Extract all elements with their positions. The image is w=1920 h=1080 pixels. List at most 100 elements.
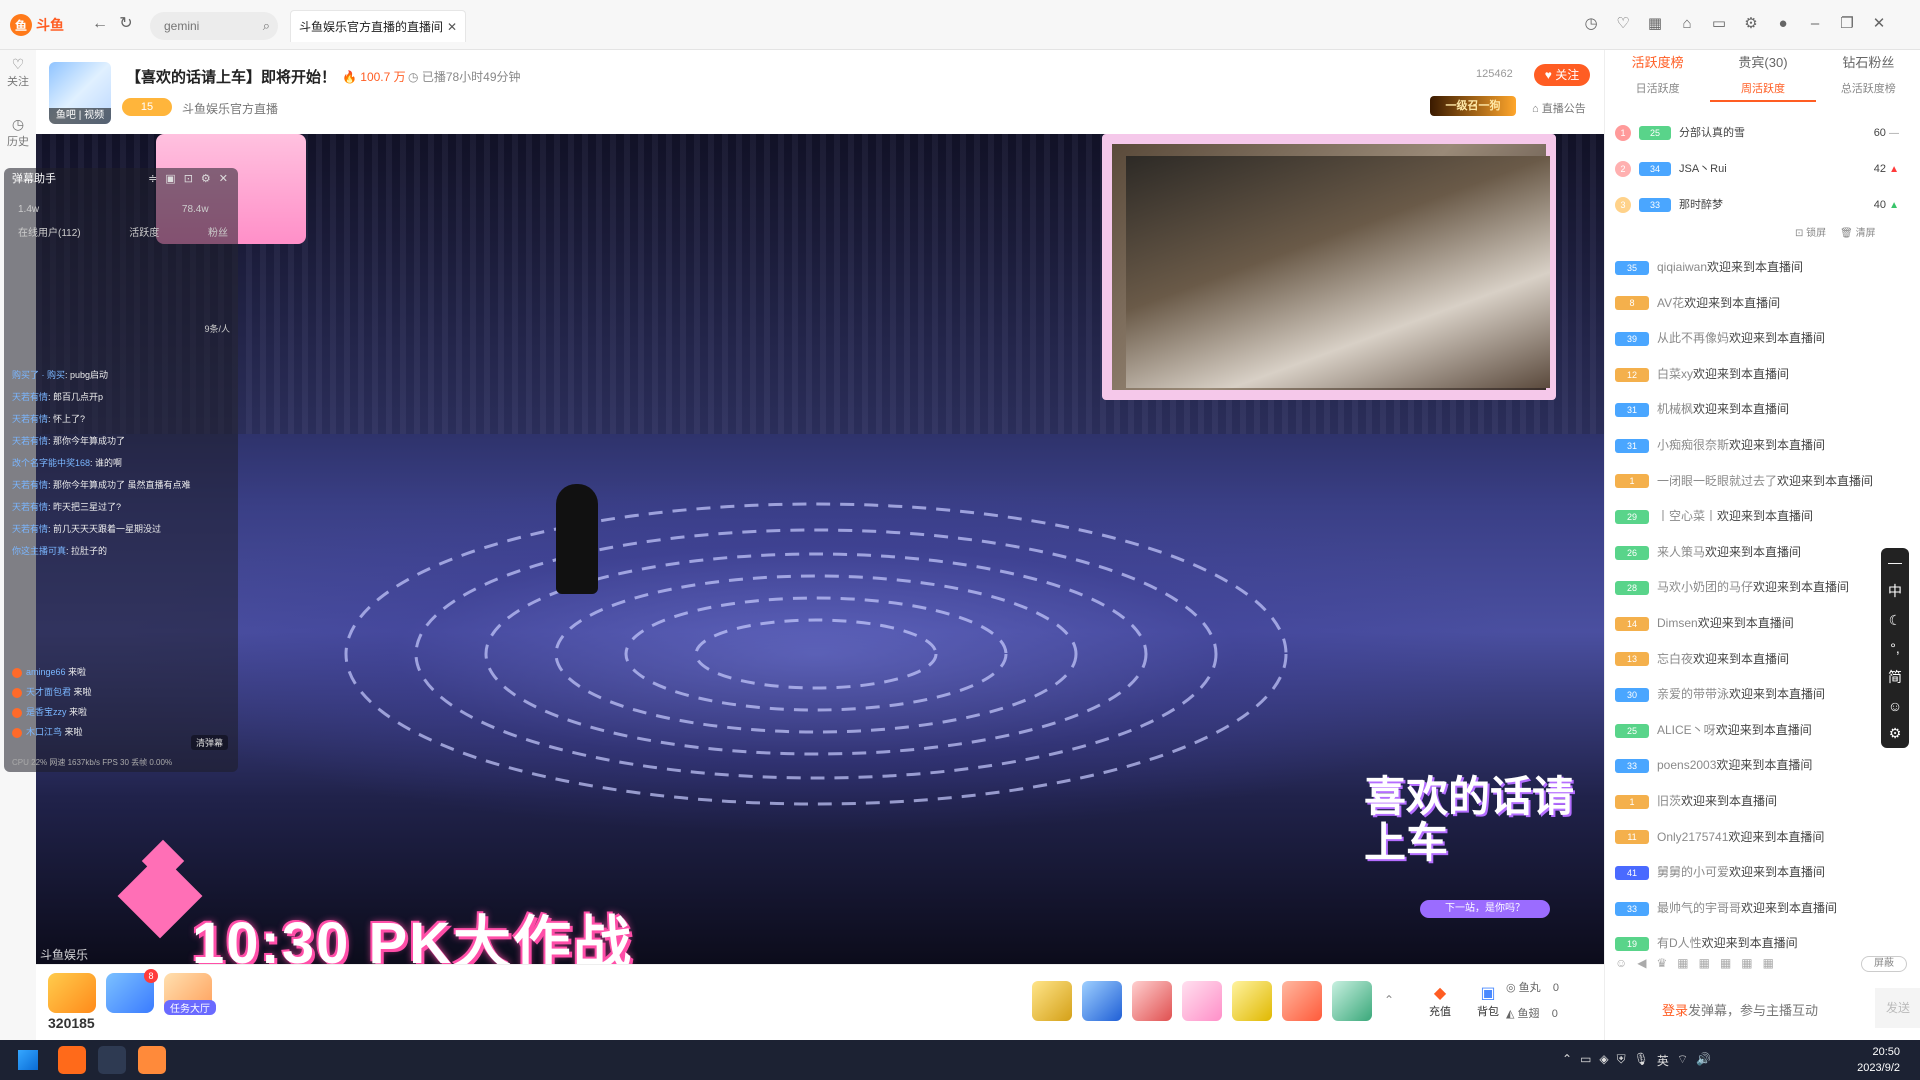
clear-danmu-button[interactable]: 清弹幕	[190, 735, 228, 750]
tool-icon-3[interactable]: ▦	[1720, 956, 1731, 970]
rail-history[interactable]: ◷ 历史	[0, 116, 36, 149]
task-hall-icon[interactable]: 任务大厅	[164, 973, 216, 1015]
welcome-user[interactable]: 忘白夜	[1657, 652, 1693, 666]
subtab-total[interactable]: 总活跃度榜	[1816, 76, 1920, 102]
welcome-user[interactable]: 旧茨	[1657, 794, 1681, 808]
danmu-assistant-panel[interactable]: 弹幕助手 ≑ ▣ ⊡ ⚙ ✕ 1.4w 78.4w 在线用户(112) 活跃度 …	[4, 168, 238, 772]
back-icon[interactable]: ←	[90, 14, 110, 34]
rank-row[interactable]: 1 25 分部认真的雪 60 —	[1615, 116, 1915, 150]
rail-follow[interactable]: ♡ 关注	[0, 56, 36, 89]
welcome-user[interactable]: 有D人性	[1657, 936, 1702, 950]
tab-fans[interactable]: 粉丝	[208, 224, 228, 239]
chinese-toggle-icon[interactable]: 中	[1888, 581, 1902, 601]
notice-link[interactable]: ⌂ 直播公告	[1532, 100, 1586, 116]
tray-app-icon[interactable]: ◈	[1599, 1052, 1608, 1069]
gift-card-icon[interactable]	[1232, 981, 1272, 1021]
welcome-user[interactable]: qiqiaiwan	[1657, 260, 1707, 274]
speaker-icon[interactable]: ◀	[1637, 956, 1646, 970]
system-clock[interactable]: 20:50 2023/9/2	[1810, 1044, 1900, 1076]
tool-icon-1[interactable]: ▦	[1677, 956, 1688, 970]
welcome-user[interactable]: 机械枫	[1657, 402, 1693, 416]
login-link[interactable]: 登录	[1662, 1003, 1688, 1018]
search-input[interactable]	[150, 12, 250, 40]
restore-icon[interactable]: ❐	[1836, 12, 1858, 34]
gift-ticket-icon[interactable]	[1282, 981, 1322, 1021]
welcome-user[interactable]: AV花	[1657, 296, 1684, 310]
user-avatar-icon[interactable]: ●	[1772, 12, 1794, 34]
streamer-avatar[interactable]: 鱼吧 | 视频	[49, 62, 111, 124]
bag-button[interactable]: ▣ 背包	[1468, 983, 1508, 1019]
tab-activity[interactable]: 活跃度	[129, 224, 159, 239]
picture-in-picture[interactable]	[1102, 134, 1556, 400]
welcome-user[interactable]: 最帅气的宇哥哥	[1657, 901, 1741, 915]
volume-icon[interactable]: 🔊	[1696, 1052, 1711, 1069]
assistant-settings-icon[interactable]: ⚙	[201, 172, 211, 185]
tab-activity-rank[interactable]: 活跃度榜	[1605, 50, 1710, 76]
tab-close-icon[interactable]: ✕	[447, 11, 457, 43]
tray-folder-icon[interactable]: ▭	[1580, 1052, 1591, 1069]
assistant-filter-icon[interactable]: ≑	[148, 172, 157, 185]
settings-icon[interactable]: ⚙	[1889, 725, 1902, 742]
promo-banner[interactable]: 一级召一狗	[1430, 96, 1516, 116]
night-mode-icon[interactable]: ☾	[1889, 612, 1902, 629]
calendar-icon[interactable]: ▦	[1644, 12, 1666, 34]
gift-plane-icon[interactable]	[1032, 981, 1072, 1021]
welcome-user[interactable]: ALICE丶呀	[1657, 723, 1716, 737]
welcome-user[interactable]: poens2003	[1657, 758, 1716, 772]
tool-icon-4[interactable]: ▦	[1741, 956, 1752, 970]
douyu-logo[interactable]: 鱼 斗鱼	[10, 12, 70, 38]
search-icon[interactable]: ⌕	[263, 18, 270, 34]
block-toggle[interactable]: 屏蔽	[1861, 956, 1907, 972]
assistant-copy-icon[interactable]: ▣	[165, 172, 175, 185]
clear-screen-button[interactable]: 🗑 清屏	[1840, 228, 1875, 239]
welcome-user[interactable]: 马欢小奶团的马仔	[1657, 580, 1753, 594]
tab-diamond-fans[interactable]: 钻石粉丝	[1816, 50, 1920, 76]
welcome-user[interactable]: 一闭眼一眨眼就过去了	[1657, 474, 1777, 488]
subtab-weekly[interactable]: 周活跃度	[1710, 76, 1816, 102]
refresh-icon[interactable]: ↻	[116, 14, 136, 34]
welcome-user[interactable]: 亲爱的带带泳	[1657, 687, 1729, 701]
gift-expand-icon[interactable]: ⌃	[1384, 993, 1394, 1007]
rank-row[interactable]: 3 33 那时醉梦 40 ▲	[1615, 188, 1915, 222]
tab-vip[interactable]: 贵宾(30)	[1710, 50, 1815, 76]
welcome-user[interactable]: 从此不再像妈	[1657, 331, 1729, 345]
close-window-icon[interactable]: ✕	[1868, 12, 1890, 34]
emoji-icon[interactable]: ☺	[1615, 956, 1627, 970]
recharge-button[interactable]: ◆ 充值	[1420, 983, 1460, 1019]
input-language[interactable]: 英	[1657, 1052, 1669, 1069]
gift-jet-icon[interactable]	[1132, 981, 1172, 1021]
minimize-icon[interactable]: –	[1804, 12, 1826, 34]
owner-name[interactable]: 斗鱼娱乐官方直播	[182, 100, 278, 117]
gift-box-icon[interactable]	[1182, 981, 1222, 1021]
welcome-user[interactable]: Only2175741	[1657, 830, 1728, 844]
assistant-lock-icon[interactable]: ⊡	[184, 172, 193, 185]
browser-tab[interactable]: 斗鱼娱乐官方直播的直播间 ✕	[290, 10, 466, 42]
gift-rocket-icon[interactable]	[1082, 981, 1122, 1021]
welcome-user[interactable]: 白菜xy	[1657, 367, 1693, 381]
terminal-app-icon[interactable]	[98, 1046, 126, 1074]
lock-screen-button[interactable]: ⊡ 锁屏	[1795, 228, 1826, 239]
tray-mic-icon[interactable]: 🎙	[1634, 1052, 1649, 1069]
history-icon[interactable]: ◷	[1580, 12, 1602, 34]
tab-online-users[interactable]: 在线用户(112)	[18, 224, 81, 239]
crown-icon[interactable]: ♛	[1657, 956, 1668, 970]
avatar-badge[interactable]: 鱼吧 | 视频	[49, 108, 111, 124]
welcome-user[interactable]: 来人策马	[1657, 545, 1705, 559]
event-icon[interactable]: 8	[106, 969, 158, 1013]
subtab-daily[interactable]: 日活跃度	[1605, 76, 1710, 102]
punctuation-icon[interactable]: °,	[1890, 640, 1900, 656]
search-box[interactable]: ⌕	[150, 12, 278, 40]
simplified-icon[interactable]: 简	[1888, 667, 1902, 687]
tray-security-icon[interactable]: ⛨	[1617, 1052, 1626, 1069]
windows-start-icon[interactable]	[18, 1050, 38, 1070]
gift-character-icon[interactable]	[1332, 981, 1372, 1021]
rank-row[interactable]: 2 34 JSA丶Rui 42 ▲	[1615, 152, 1915, 186]
douyu-app-icon[interactable]	[58, 1046, 86, 1074]
welcome-user[interactable]: 小痴痴很奈斯	[1657, 438, 1729, 452]
favorite-icon[interactable]: ♡	[1612, 12, 1634, 34]
send-button[interactable]: 发送	[1875, 988, 1920, 1028]
follow-button[interactable]: ♥ 关注	[1534, 64, 1590, 86]
welcome-user[interactable]: 舅舅的小可爱	[1657, 865, 1729, 879]
shirt-icon[interactable]: ⌂	[1676, 12, 1698, 34]
collapse-icon[interactable]: —	[1888, 554, 1902, 570]
